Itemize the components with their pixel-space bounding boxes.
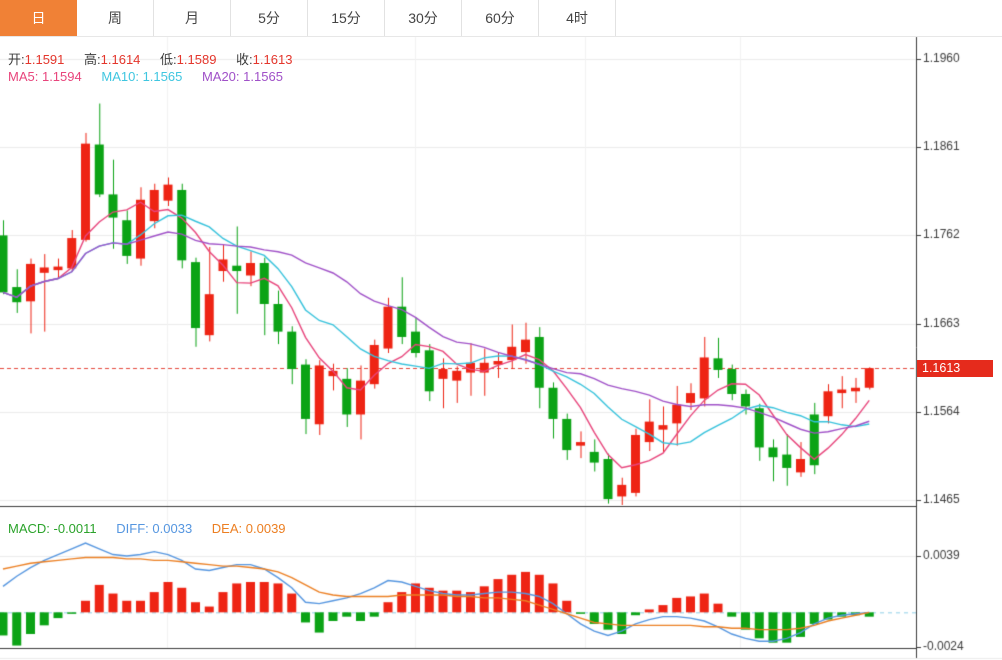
ma20-legend: MA20: 1.1565: [202, 69, 283, 84]
diff-value-legend: DIFF: 0.0033: [116, 521, 192, 536]
tab-15min[interactable]: 15分: [308, 0, 385, 36]
macd-value-legend: MACD: -0.0011: [8, 521, 97, 536]
tab-4hour[interactable]: 4时: [539, 0, 616, 36]
last-price-badge: 1.1613: [917, 360, 993, 377]
open-label: 开:: [8, 52, 25, 67]
low-value: 1.1589: [177, 52, 217, 67]
period-tabbar: 日 周 月 5分 15分 30分 60分 4时: [0, 0, 1002, 37]
dea-value-legend: DEA: 0.0039: [212, 521, 286, 536]
ma-legend: MA5: 1.1594 MA10: 1.1565 MA20: 1.1565: [8, 69, 299, 84]
high-label: 高:: [84, 52, 101, 67]
tab-5min[interactable]: 5分: [231, 0, 308, 36]
low-label: 低:: [160, 52, 177, 67]
ma10-legend: MA10: 1.1565: [101, 69, 182, 84]
close-label: 收:: [236, 52, 253, 67]
close-value: 1.1613: [253, 52, 293, 67]
open-value: 1.1591: [25, 52, 65, 67]
chart-app: 日 周 月 5分 15分 30分 60分 4时 开:1.1591 高:1.161…: [0, 0, 1002, 660]
tab-60min[interactable]: 60分: [462, 0, 539, 36]
tab-30min[interactable]: 30分: [385, 0, 462, 36]
ma5-legend: MA5: 1.1594: [8, 69, 82, 84]
high-value: 1.1614: [101, 52, 141, 67]
tab-week[interactable]: 周: [77, 0, 154, 36]
tab-month[interactable]: 月: [154, 0, 231, 36]
ohlc-legend: 开:1.1591 高:1.1614 低:1.1589 收:1.1613: [8, 49, 308, 68]
candlestick-chart-canvas[interactable]: [0, 0, 1002, 660]
tab-day[interactable]: 日: [0, 0, 77, 36]
macd-legend: MACD: -0.0011 DIFF: 0.0033 DEA: 0.0039: [8, 521, 302, 536]
